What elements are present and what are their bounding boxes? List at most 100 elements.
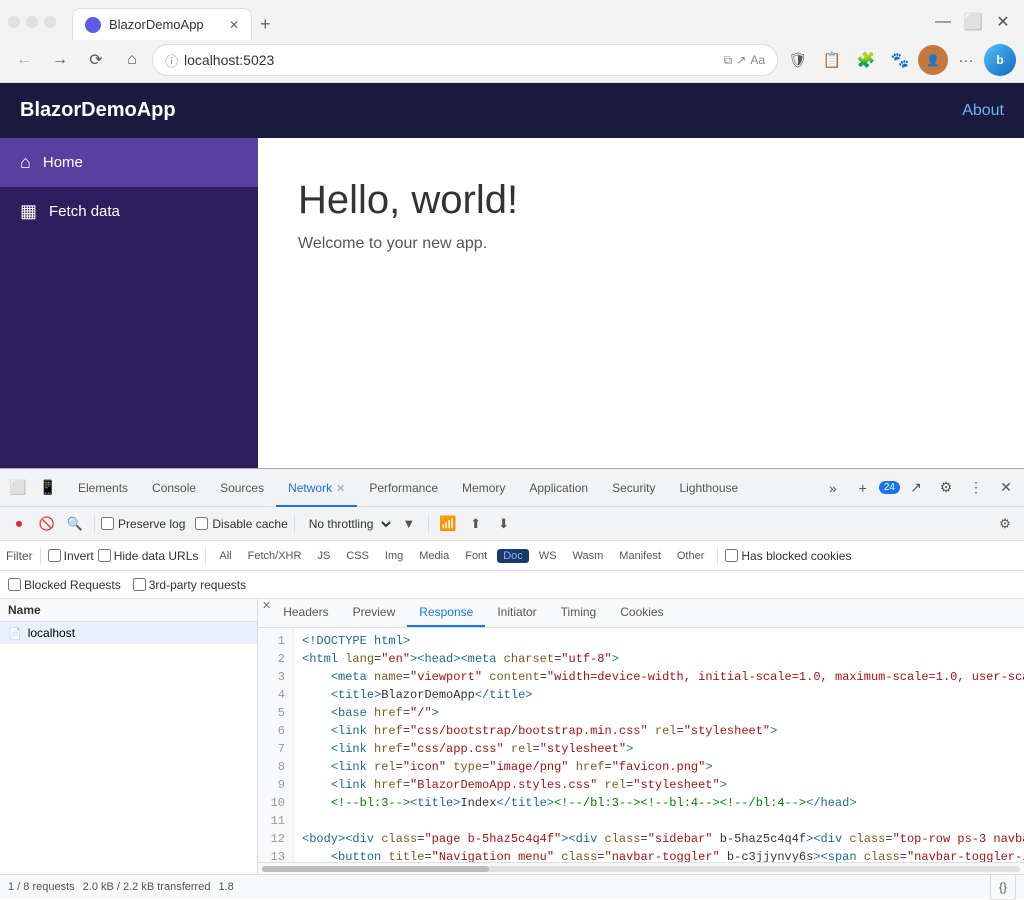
forward-button[interactable]: → (44, 44, 76, 76)
edge-copilot-btn[interactable]: b (984, 44, 1016, 76)
console-toggle-btn[interactable]: {} (990, 874, 1016, 900)
response-tabs: ✕ Headers Preview Response Initiator Tim… (258, 599, 1024, 628)
scrollbar-thumb[interactable] (262, 866, 489, 872)
response-panel-close[interactable]: ✕ (262, 599, 271, 627)
window-minimize-button[interactable] (26, 16, 38, 28)
window-controls (8, 16, 56, 28)
resp-tab-initiator[interactable]: Initiator (485, 599, 548, 627)
filter-img-btn[interactable]: Img (379, 549, 409, 563)
window-minimize-btn[interactable]: — (930, 9, 956, 35)
filter-media-btn[interactable]: Media (413, 549, 455, 563)
filter-manifest-btn[interactable]: Manifest (613, 549, 667, 563)
filter-fetch-btn[interactable]: Fetch/XHR (242, 549, 308, 563)
resp-tab-preview[interactable]: Preview (341, 599, 408, 627)
name-item-localhost[interactable]: 📄 localhost (0, 622, 257, 644)
tab-network[interactable]: Network✕ (276, 469, 357, 507)
filter-doc-btn[interactable]: Doc (497, 549, 529, 563)
preserve-log-checkbox[interactable]: Preserve log (101, 517, 185, 531)
lock-icon: ⓘ (165, 51, 178, 70)
window-close-btn[interactable]: ✕ (990, 9, 1016, 35)
filter-other-btn[interactable]: Other (671, 549, 711, 563)
third-party-input[interactable] (133, 578, 146, 591)
filter-wasm-btn[interactable]: Wasm (567, 549, 610, 563)
has-blocked-input[interactable] (725, 549, 738, 562)
tab-console[interactable]: Console (140, 469, 208, 507)
filter-ws-btn[interactable]: WS (533, 549, 563, 563)
resp-tab-cookies[interactable]: Cookies (608, 599, 675, 627)
disable-cache-checkbox[interactable]: Disable cache (195, 517, 287, 531)
filter-separator-1 (40, 548, 41, 564)
tab-sources[interactable]: Sources (208, 469, 276, 507)
invert-checkbox[interactable]: Invert (48, 549, 94, 563)
resp-tab-timing[interactable]: Timing (549, 599, 609, 627)
window-close-button[interactable] (8, 16, 20, 28)
filter-js-btn[interactable]: JS (311, 549, 336, 563)
window-restore-btn[interactable]: ⬜ (960, 9, 986, 35)
close-devtools-btn[interactable]: ✕ (992, 474, 1020, 502)
export-har-btn[interactable]: ⬇ (491, 511, 517, 537)
filter-all-btn[interactable]: All (213, 549, 237, 563)
clear-btn[interactable]: 🚫 (34, 511, 60, 537)
has-blocked-checkbox[interactable]: Has blocked cookies (725, 549, 851, 563)
window-maximize-button[interactable] (44, 16, 56, 28)
tab-network-close[interactable]: ✕ (336, 483, 345, 495)
more-tabs-btn[interactable]: » (819, 474, 847, 502)
tab-memory[interactable]: Memory (450, 469, 517, 507)
tab-security[interactable]: Security (600, 469, 667, 507)
hide-data-urls-label: Hide data URLs (114, 549, 199, 563)
address-bar[interactable]: ⓘ localhost:5023 ⧉ ↗ Aa (152, 44, 778, 76)
share-icon-btn[interactable]: ↗ (902, 474, 930, 502)
filter-font-btn[interactable]: Font (459, 549, 493, 563)
tab-elements[interactable]: Elements (66, 469, 140, 507)
tab-application[interactable]: Application (517, 469, 600, 507)
app-container: BlazorDemoApp About ⌂ Home ▦ Fetch data … (0, 83, 1024, 468)
filter-css-btn[interactable]: CSS (340, 549, 375, 563)
hide-data-urls-checkbox[interactable]: Hide data URLs (98, 549, 199, 563)
devtools-panel: ⬜ 📱 Elements Console Sources Network✕ Pe… (0, 468, 1024, 898)
sidebar-item-home[interactable]: ⌂ Home (0, 138, 258, 187)
main-content: Hello, world! Welcome to your new app. (258, 138, 1024, 468)
hide-data-urls-input[interactable] (98, 549, 111, 562)
throttle-select[interactable]: No throttling Fast 3G Slow 3G Offline (301, 514, 394, 534)
browser-more-btn[interactable]: ··· (950, 44, 982, 76)
browser-extension-btn[interactable]: 🧩 (850, 44, 882, 76)
tab-lighthouse[interactable]: Lighthouse (667, 469, 750, 507)
devtools-device-btn[interactable]: 📱 (34, 474, 62, 502)
new-tab-button[interactable]: + (252, 8, 279, 40)
preserve-log-input[interactable] (101, 517, 114, 530)
browser-feedback-btn[interactable]: 🐾 (884, 44, 916, 76)
home-button[interactable]: ⌂ (116, 44, 148, 76)
settings-btn[interactable]: ⚙ (932, 474, 960, 502)
browser-shield-btn[interactable]: 🛡 (782, 44, 814, 76)
resp-tab-headers[interactable]: Headers (271, 599, 340, 627)
record-btn[interactable]: ⏺ (6, 511, 32, 537)
blocked-requests-checkbox[interactable]: Blocked Requests (8, 578, 121, 592)
profile-button[interactable]: 👤 (918, 45, 948, 75)
scrollbar-track[interactable] (262, 866, 1020, 872)
tab-close-button[interactable]: ✕ (221, 18, 239, 32)
back-button[interactable]: ← (8, 44, 40, 76)
browser-tab[interactable]: BlazorDemoApp ✕ (72, 8, 252, 40)
more-btn[interactable]: ⋮ (962, 474, 990, 502)
title-bar: BlazorDemoApp ✕ + — ⬜ ✕ (0, 0, 1024, 38)
wifi-btn[interactable]: 📶 (435, 511, 461, 537)
tab-performance[interactable]: Performance (357, 469, 450, 507)
sidebar-item-fetch-data[interactable]: ▦ Fetch data (0, 187, 258, 236)
third-party-checkbox[interactable]: 3rd-party requests (133, 578, 246, 592)
throttle-dropdown-btn[interactable]: ▼ (396, 511, 422, 537)
transferred-size: 2.0 kB / 2.2 kB transferred (83, 881, 211, 893)
import-har-btn[interactable]: ⬆ (463, 511, 489, 537)
response-scrollbar[interactable] (258, 862, 1024, 874)
resp-tab-response[interactable]: Response (407, 599, 485, 627)
blocked-requests-input[interactable] (8, 578, 21, 591)
add-tab-btn[interactable]: + (849, 474, 877, 502)
about-link[interactable]: About (962, 102, 1004, 120)
invert-input[interactable] (48, 549, 61, 562)
reload-button[interactable]: ⟳ (80, 44, 112, 76)
toolbar-separator-1 (94, 515, 95, 533)
disable-cache-input[interactable] (195, 517, 208, 530)
devtools-inspect-btn[interactable]: ⬜ (4, 474, 32, 502)
browser-note-btn[interactable]: 📋 (816, 44, 848, 76)
network-settings-btn[interactable]: ⚙ (992, 511, 1018, 537)
filter-btn[interactable]: 🔍 (62, 511, 88, 537)
